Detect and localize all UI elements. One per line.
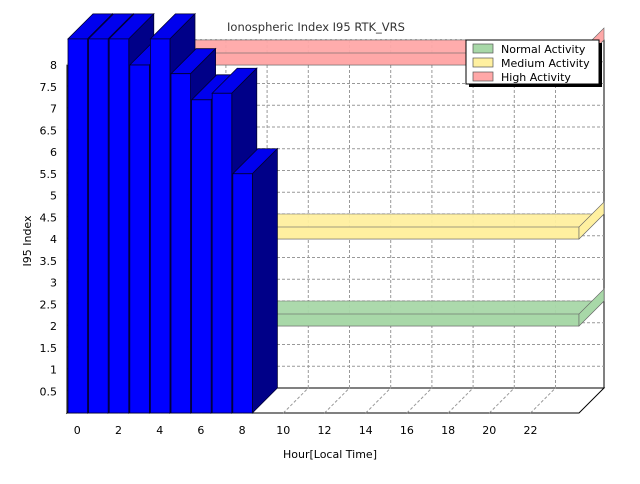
x-tick-label: 12 — [318, 424, 332, 437]
y-tick-label: 1.5 — [40, 342, 58, 355]
y-tick-label: 7 — [50, 103, 57, 116]
chart-svg: Ionospheric Index I95 RTK_VRS 0.5 1 1.5 2 2.… — [0, 0, 640, 480]
y-tick-label: 2.5 — [40, 298, 58, 311]
y-tick-label: 6.5 — [40, 124, 58, 137]
legend-label: High Activity — [501, 71, 571, 84]
x-tick-label: 22 — [524, 424, 538, 437]
x-tick-label: 2 — [115, 424, 122, 437]
y-tick-label: 8 — [50, 59, 57, 72]
bar — [191, 99, 212, 414]
legend: Normal ActivityMedium ActivityHigh Activ… — [465, 39, 602, 87]
x-tick-label: 14 — [359, 424, 373, 437]
chart-container: Ionospheric Index I95 RTK_VRS 0.5 1 1.5 2 2.… — [0, 0, 640, 480]
x-tick-label: 4 — [156, 424, 163, 437]
y-tick-label: 4.5 — [40, 211, 58, 224]
y-tick-label: 6 — [50, 146, 57, 159]
bar — [211, 92, 233, 414]
y-tick-label: 3 — [50, 277, 57, 290]
bar — [129, 64, 150, 414]
x-tick-label: 18 — [441, 424, 455, 437]
y-tick-label: 2 — [50, 320, 57, 333]
bar — [232, 173, 253, 414]
x-tick-label: 16 — [400, 424, 414, 437]
bar — [149, 38, 171, 414]
x-tick-label: 8 — [239, 424, 246, 437]
y-tick-label: 3.5 — [40, 255, 58, 268]
y-axis-title: I95 Index — [21, 215, 34, 267]
y-tick-label: 0.5 — [40, 385, 58, 398]
x-tick-label: 20 — [482, 424, 496, 437]
chart-title: Ionospheric Index I95 RTK_VRS — [227, 20, 405, 34]
y-tick-label: 4 — [50, 233, 57, 246]
legend-label: Normal Activity — [501, 43, 586, 56]
legend-swatch — [472, 57, 494, 68]
bar — [108, 38, 130, 414]
legend-swatch — [472, 71, 494, 82]
legend-swatch — [472, 43, 494, 54]
bar — [88, 38, 109, 414]
x-axis-title: Hour[Local Time] — [283, 448, 377, 461]
legend-label: Medium Activity — [501, 57, 590, 70]
bar — [170, 73, 191, 414]
y-tick-label: 5.5 — [40, 168, 58, 181]
bar — [67, 38, 88, 414]
bar-side — [251, 147, 278, 414]
y-tick-label: 5 — [50, 190, 57, 203]
y-tick-label: 7.5 — [40, 81, 58, 94]
x-tick-label: 6 — [197, 424, 204, 437]
y-tick-label: 1 — [50, 364, 57, 377]
x-tick-label: 10 — [276, 424, 290, 437]
x-tick-label: 0 — [74, 424, 81, 437]
